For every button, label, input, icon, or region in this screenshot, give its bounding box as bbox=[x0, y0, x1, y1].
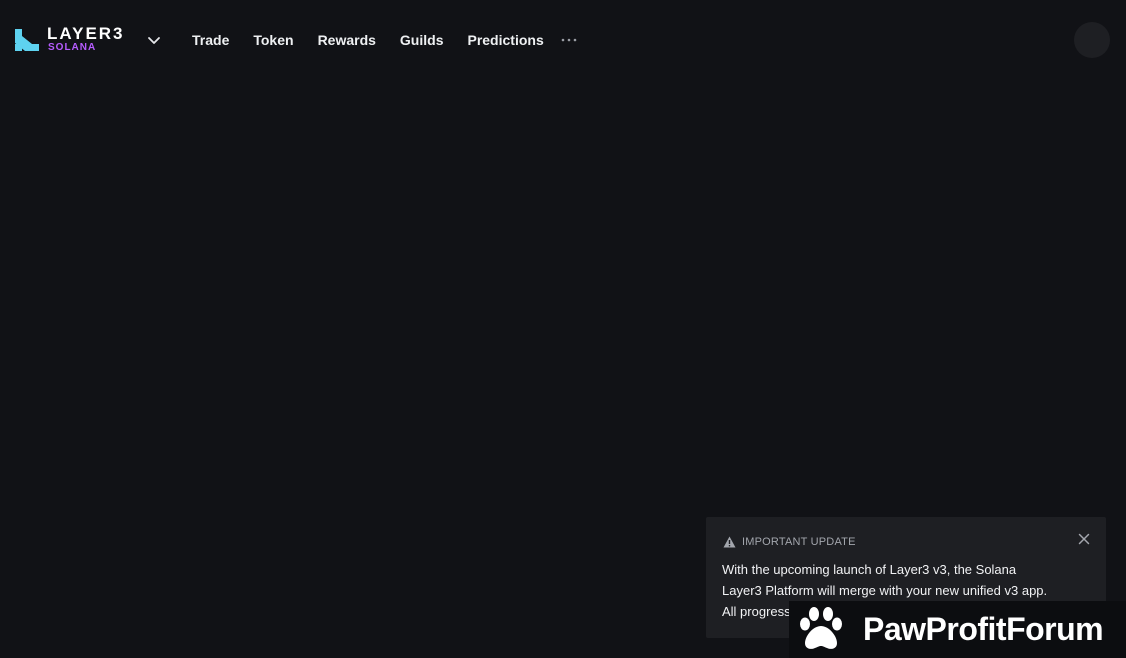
top-nav-bar: LAYER3 SOLANA Trade Token Rewards Guilds… bbox=[0, 0, 1126, 80]
toast-message-line: With the upcoming launch of Layer3 v3, t… bbox=[722, 562, 1017, 577]
more-horizontal-icon[interactable] bbox=[561, 38, 577, 42]
layer3-logo-icon bbox=[15, 29, 39, 51]
nav-item-rewards[interactable]: Rewards bbox=[318, 31, 376, 49]
avatar[interactable] bbox=[1074, 22, 1110, 58]
nav-item-guilds[interactable]: Guilds bbox=[400, 31, 444, 49]
brand-network-label: SOLANA bbox=[48, 42, 97, 53]
nav-item-trade[interactable]: Trade bbox=[192, 31, 229, 49]
nav-item-predictions[interactable]: Predictions bbox=[467, 31, 543, 49]
toast-header: IMPORTANT UPDATE bbox=[723, 535, 856, 549]
chevron-down-icon[interactable] bbox=[146, 32, 162, 48]
watermark-text: PawProfitForum bbox=[863, 611, 1104, 647]
toast-title: IMPORTANT UPDATE bbox=[742, 536, 856, 548]
warning-icon bbox=[723, 536, 736, 548]
watermark-banner: PawProfitForum bbox=[789, 601, 1126, 658]
close-icon[interactable] bbox=[1078, 533, 1090, 545]
nav-item-token[interactable]: Token bbox=[253, 31, 293, 49]
main-nav: Trade Token Rewards Guilds Predictions bbox=[192, 31, 568, 49]
app-page: LAYER3 SOLANA Trade Token Rewards Guilds… bbox=[0, 0, 1126, 658]
toast-message-line: Layer3 Platform will merge with your new… bbox=[722, 583, 1048, 598]
paw-icon bbox=[800, 607, 842, 649]
brand-name: LAYER3 bbox=[47, 24, 125, 43]
